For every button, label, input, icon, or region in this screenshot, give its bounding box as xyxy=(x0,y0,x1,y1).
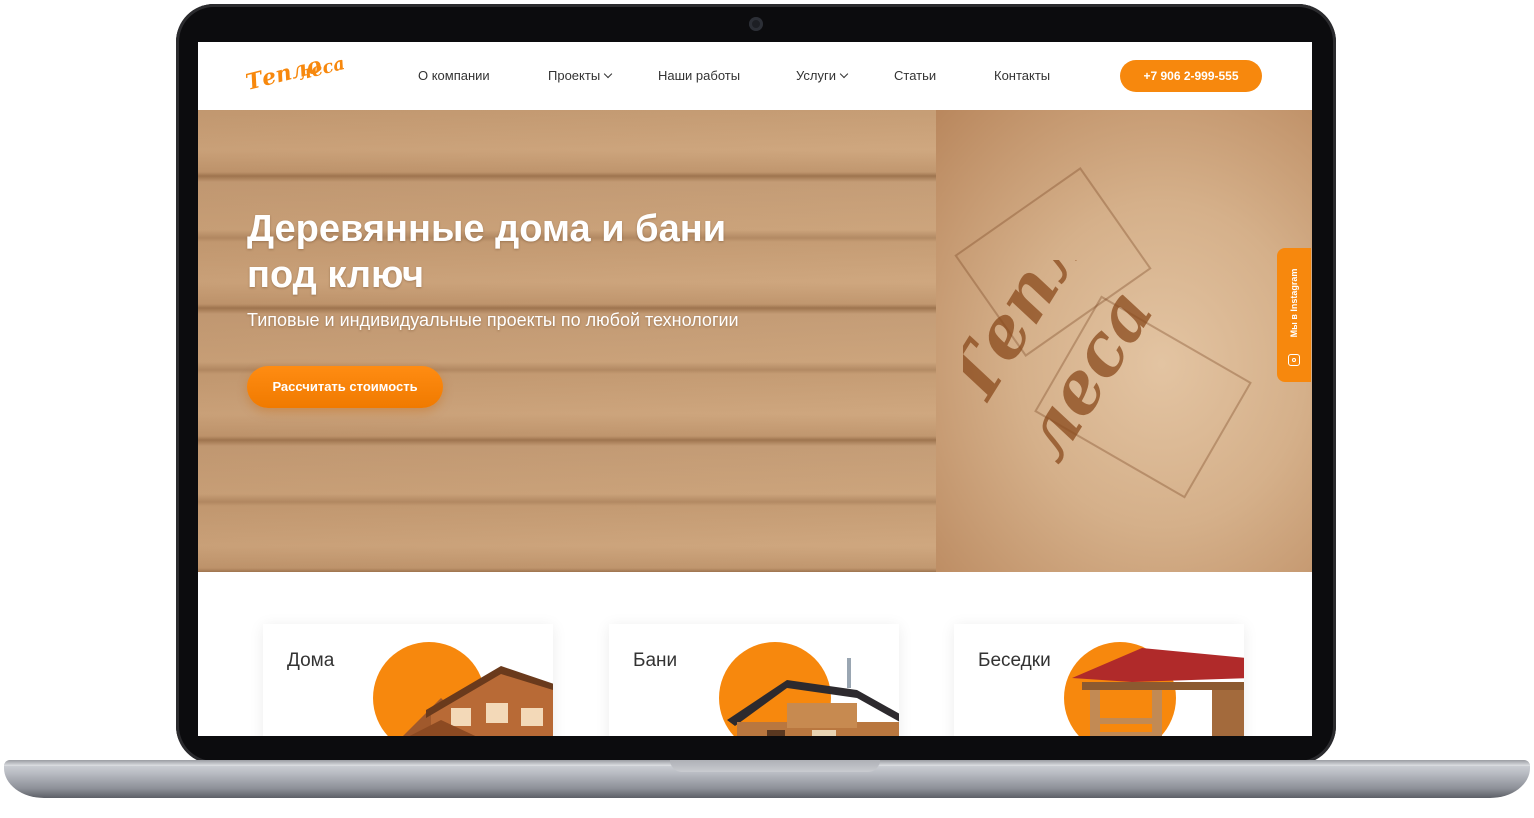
hero-title: Деревянные дома и бани под ключ xyxy=(247,206,867,298)
house-illustration xyxy=(403,666,553,736)
nav-about[interactable]: О компании xyxy=(418,68,490,83)
card-title: Бани xyxy=(633,650,678,671)
laptop-base xyxy=(4,760,1530,798)
nav-projects[interactable]: Проекты xyxy=(548,68,613,83)
instagram-tab-label: Мы в Instagram xyxy=(1289,268,1299,338)
nav-contacts-label: Контакты xyxy=(994,68,1051,83)
site-header: Тепло леса О компании Проекты Наши работ… xyxy=(198,42,1312,110)
hero-section: Тепло леса Деревянные дома и бани под кл… xyxy=(198,110,1312,572)
browser-viewport: Тепло леса О компании Проекты Наши работ… xyxy=(198,42,1312,736)
nav-articles[interactable]: Статьи xyxy=(894,68,936,83)
chevron-down-icon xyxy=(839,69,849,79)
sauna-illustration xyxy=(727,658,899,736)
hero-subtitle: Типовые и индивидуальные проекты по любо… xyxy=(247,310,739,330)
card-title: Дома xyxy=(287,650,335,671)
instagram-icon xyxy=(1288,354,1300,366)
webcam-icon xyxy=(749,17,763,31)
burned-logo-image: Тепло леса xyxy=(963,260,1170,474)
nav-articles-label: Статьи xyxy=(894,68,937,83)
nav-our-works[interactable]: Наши работы xyxy=(658,68,740,83)
chevron-down-icon xyxy=(603,69,613,79)
site-logo[interactable]: Тепло леса xyxy=(246,52,356,102)
gazebo-illustration xyxy=(1072,648,1244,736)
category-card-houses[interactable]: Дома xyxy=(263,624,553,736)
category-card-saunas[interactable]: Бани xyxy=(609,624,899,736)
instagram-side-tab[interactable]: Мы в Instagram xyxy=(1277,248,1311,382)
laptop-opening-notch xyxy=(670,760,880,772)
nav-services-label: Услуги xyxy=(796,68,836,83)
category-card-gazebos[interactable]: Беседки xyxy=(954,624,1244,736)
nav-services[interactable]: Услуги xyxy=(796,68,849,83)
nav-projects-label: Проекты xyxy=(548,68,601,83)
nav-our-works-label: Наши работы xyxy=(658,68,741,83)
nav-about-label: О компании xyxy=(418,68,490,83)
hero-title-line2: под ключ xyxy=(247,254,425,296)
card-title: Беседки xyxy=(978,650,1051,671)
nav-contacts[interactable]: Контакты xyxy=(994,68,1050,83)
calculate-cost-button[interactable]: Рассчитать стоимость xyxy=(247,366,443,408)
phone-button[interactable]: +7 906 2-999-555 xyxy=(1120,60,1262,92)
hero-title-line1: Деревянные дома и бани xyxy=(247,208,727,250)
